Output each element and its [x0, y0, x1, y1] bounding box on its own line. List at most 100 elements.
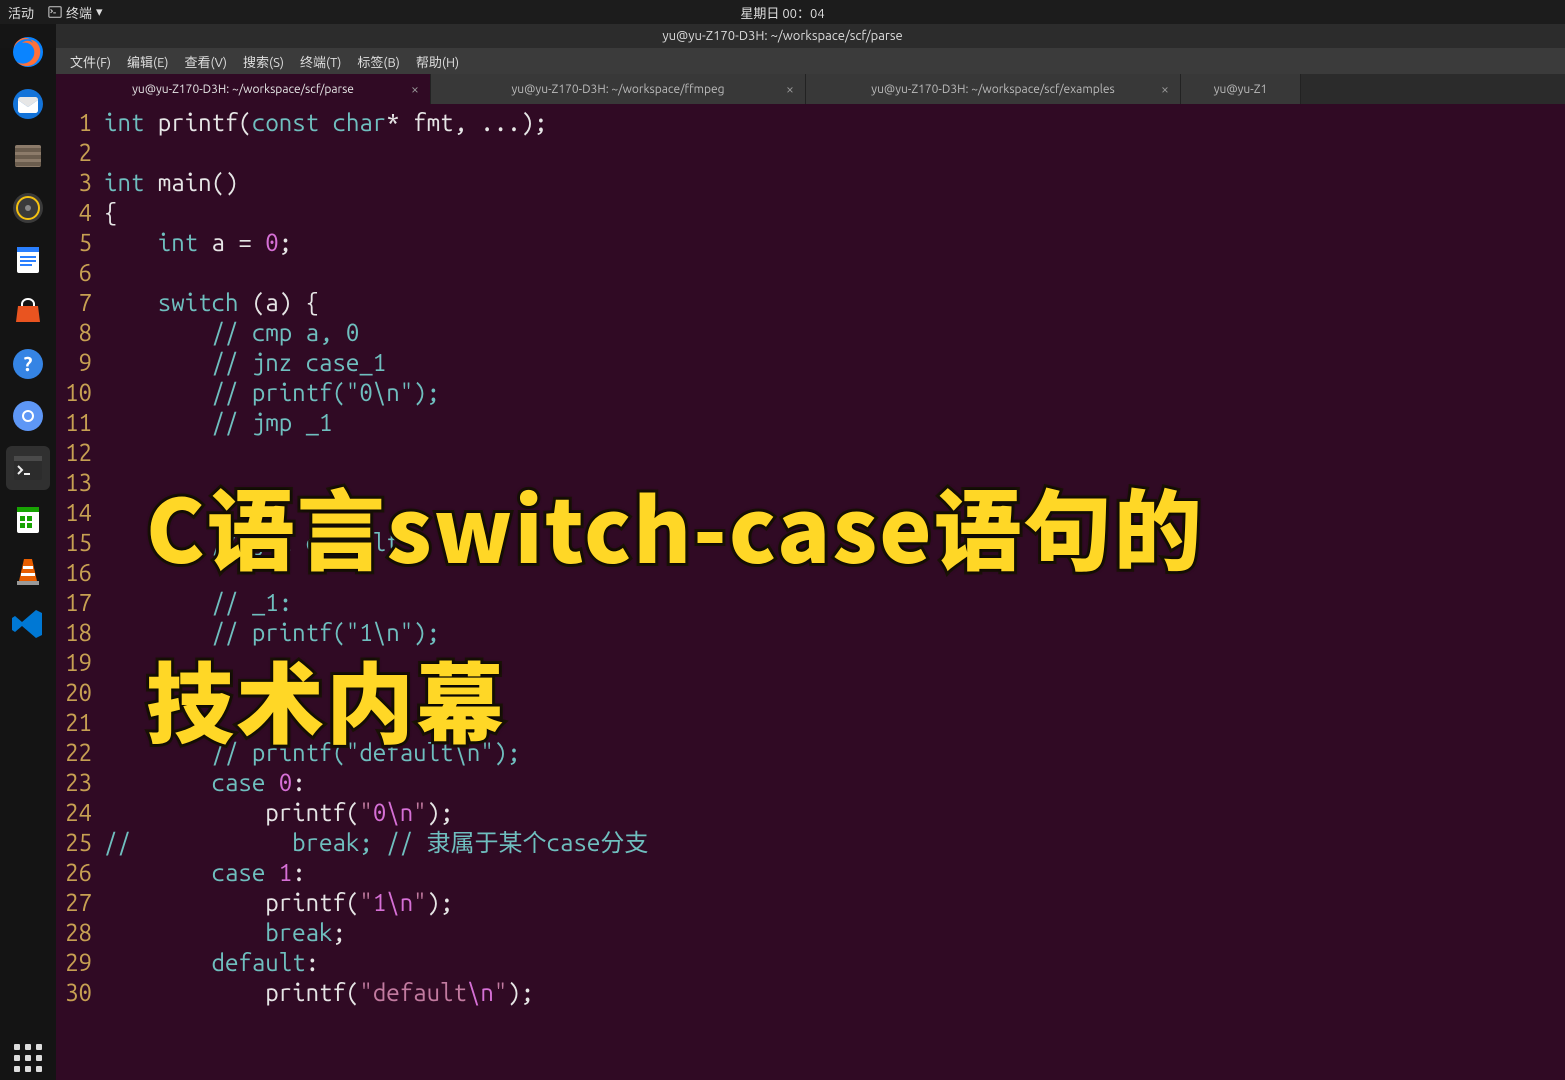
code-line: 19 [56, 648, 1565, 678]
line-number: 27 [56, 888, 104, 918]
apps-grid-icon [14, 1044, 42, 1072]
dock-vscode[interactable] [6, 602, 50, 646]
firefox-icon [10, 34, 46, 70]
chevron-down-icon: ▾ [96, 5, 103, 20]
menu-view[interactable]: 查看(V) [177, 52, 235, 71]
menu-edit[interactable]: 编辑(E) [119, 52, 176, 71]
code-line: 28 break; [56, 918, 1565, 948]
line-number: 26 [56, 858, 104, 888]
code-line: 25// break; // 隶属于某个case分支 [56, 828, 1565, 858]
code-line: 6 [56, 258, 1565, 288]
code-content: case 1: [104, 858, 306, 888]
tab-bar: yu@yu-Z170-D3H: ~/workspace/scf/parse×yu… [56, 74, 1565, 104]
code-content: { [104, 198, 117, 228]
dock-files[interactable] [6, 134, 50, 178]
dock-rhythmbox[interactable] [6, 186, 50, 230]
line-number: 15 [56, 528, 104, 558]
dock-firefox[interactable] [6, 30, 50, 74]
dock-chromium[interactable] [6, 394, 50, 438]
code-line: 30 printf("default\n"); [56, 978, 1565, 1008]
line-number: 17 [56, 588, 104, 618]
line-number: 4 [56, 198, 104, 228]
menu-search[interactable]: 搜索(S) [235, 52, 292, 71]
line-number: 14 [56, 498, 104, 528]
line-number: 6 [56, 258, 104, 288]
vscode-icon [10, 606, 46, 642]
dock-calc[interactable] [6, 498, 50, 542]
code-line: 15 // jnz default [56, 528, 1565, 558]
app-menu-terminal[interactable]: 终端 ▾ [48, 3, 103, 22]
chromium-icon [10, 398, 46, 434]
menu-help[interactable]: 帮助(H) [408, 52, 467, 71]
code-line: 8 // cmp a, 0 [56, 318, 1565, 348]
line-number: 18 [56, 618, 104, 648]
line-number: 23 [56, 768, 104, 798]
calc-icon [10, 502, 46, 538]
tab-title: yu@yu-Z170-D3H: ~/workspace/scf/examples [871, 83, 1114, 96]
code-line: 20 [56, 678, 1565, 708]
code-content: int printf(const char* fmt, ...); [104, 108, 548, 138]
menu-terminal[interactable]: 终端(T) [292, 52, 349, 71]
dock-vlc[interactable] [6, 550, 50, 594]
terminal-app-icon [10, 450, 46, 486]
code-content: // printf("0\n"); [104, 378, 440, 408]
code-line: 24 printf("0\n"); [56, 798, 1565, 828]
writer-icon [10, 242, 46, 278]
close-icon[interactable]: × [783, 82, 797, 96]
code-line: 22 // printf("default\n"); [56, 738, 1565, 768]
vlc-icon [10, 554, 46, 590]
terminal-tab[interactable]: yu@yu-Z1 [1181, 74, 1301, 104]
line-number: 13 [56, 468, 104, 498]
editor-area[interactable]: 1int printf(const char* fmt, ...);23int … [56, 104, 1565, 1080]
code-line: 27 printf("1\n"); [56, 888, 1565, 918]
dock-writer[interactable] [6, 238, 50, 282]
code-content: int a = 0; [104, 228, 292, 258]
terminal-tab[interactable]: yu@yu-Z170-D3H: ~/workspace/scf/parse × [56, 74, 431, 104]
code-content: // jmp _1 [104, 408, 333, 438]
line-number: 29 [56, 948, 104, 978]
code-line: 11 // jmp _1 [56, 408, 1565, 438]
menu-bar: 文件(F) 编辑(E) 查看(V) 搜索(S) 终端(T) 标签(B) 帮助(H… [56, 48, 1565, 74]
dock-software[interactable] [6, 290, 50, 334]
code-line: 26 case 1: [56, 858, 1565, 888]
line-number: 1 [56, 108, 104, 138]
close-icon[interactable]: × [408, 82, 422, 96]
code-line: 1int printf(const char* fmt, ...); [56, 108, 1565, 138]
code-line: 2 [56, 138, 1565, 168]
line-number: 7 [56, 288, 104, 318]
dock-help[interactable]: ? [6, 342, 50, 386]
window-title-bar: yu@yu-Z170-D3H: ~/workspace/scf/parse [0, 24, 1565, 48]
code-content: printf("1\n"); [104, 888, 454, 918]
code-content: // cmp a, 0 [104, 318, 359, 348]
code-content: break; [104, 918, 346, 948]
line-number: 22 [56, 738, 104, 768]
clock[interactable]: 星期日 00：04 [740, 3, 824, 22]
terminal-window: 文件(F) 编辑(E) 查看(V) 搜索(S) 终端(T) 标签(B) 帮助(H… [56, 48, 1565, 1080]
code-line: 4{ [56, 198, 1565, 228]
code-line: 21 [56, 708, 1565, 738]
code-content: // printf("default\n"); [104, 738, 521, 768]
dock-thunderbird[interactable] [6, 82, 50, 126]
tab-title: yu@yu-Z170-D3H: ~/workspace/scf/parse [132, 83, 354, 96]
line-number: 10 [56, 378, 104, 408]
svg-text:?: ? [24, 352, 33, 375]
code-content: // jnz default [104, 528, 400, 558]
menu-tabs[interactable]: 标签(B) [349, 52, 407, 71]
close-icon[interactable]: × [1158, 82, 1172, 96]
help-icon: ? [10, 346, 46, 382]
line-number: 3 [56, 168, 104, 198]
thunderbird-icon [10, 86, 46, 122]
code-line: 13 [56, 468, 1565, 498]
code-content: // _1: [104, 588, 292, 618]
terminal-tab[interactable]: yu@yu-Z170-D3H: ~/workspace/scf/examples… [806, 74, 1181, 104]
dock-terminal[interactable] [6, 446, 50, 490]
window-title: yu@yu-Z170-D3H: ~/workspace/scf/parse [662, 29, 902, 43]
activities-button[interactable]: 活动 [8, 3, 34, 22]
code-content: printf("0\n"); [104, 798, 454, 828]
code-line: 18 // printf("1\n"); [56, 618, 1565, 648]
menu-file[interactable]: 文件(F) [62, 52, 119, 71]
code-content: switch (a) { [104, 288, 319, 318]
line-number: 28 [56, 918, 104, 948]
terminal-tab[interactable]: yu@yu-Z170-D3H: ~/workspace/ffmpeg× [431, 74, 806, 104]
dock-apps-grid[interactable] [6, 1036, 50, 1080]
